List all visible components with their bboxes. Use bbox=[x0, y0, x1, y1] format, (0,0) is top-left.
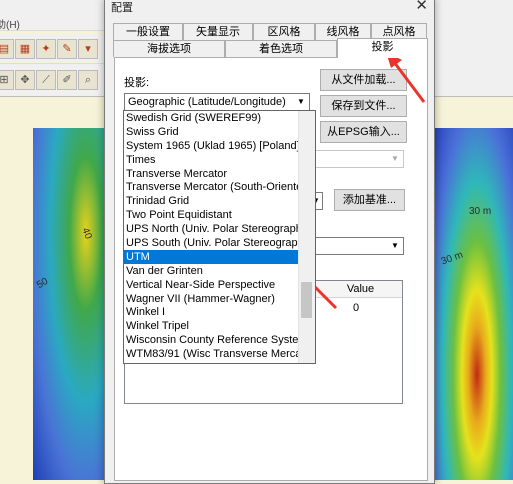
list-item[interactable]: Trinidad Grid bbox=[124, 194, 299, 208]
help-menu[interactable]: 助(H) bbox=[0, 16, 20, 31]
list-item[interactable]: Winkel Tripel bbox=[124, 319, 299, 333]
save-to-file-button[interactable]: 保存到文件... bbox=[320, 95, 407, 117]
window-icon[interactable]: ▦ bbox=[15, 39, 35, 59]
contour-label: 30 m bbox=[469, 206, 492, 217]
list-item[interactable]: Wisconsin County Reference System bbox=[124, 333, 299, 347]
contour-label: 50 bbox=[34, 275, 51, 292]
list-item[interactable]: Transverse Mercator bbox=[124, 167, 299, 181]
list-scrollbar[interactable] bbox=[298, 111, 315, 363]
list-item[interactable]: Vertical Near-Side Perspective bbox=[124, 278, 299, 292]
projection-label: 投影: bbox=[124, 77, 150, 89]
list-item[interactable]: Van der Grinten bbox=[124, 264, 299, 278]
tab-vector-display[interactable]: 矢量显示 bbox=[183, 23, 253, 40]
contour-label: 40 bbox=[79, 226, 94, 241]
table-header-value: Value bbox=[319, 281, 402, 298]
list-item[interactable]: Transverse Mercator (South-Oriented) bbox=[124, 180, 299, 194]
terrain-map-right: 30 m 30 m bbox=[433, 128, 513, 480]
tab-elevation-options[interactable]: 海拔选项 bbox=[113, 40, 225, 57]
dropdown-icon[interactable]: ▾ bbox=[78, 39, 98, 59]
scrollbar-thumb[interactable] bbox=[301, 282, 312, 318]
tab-general[interactable]: 一般设置 bbox=[113, 23, 183, 40]
projection-select-value: Geographic (Latitude/Longitude) bbox=[128, 96, 286, 108]
tab-area-style[interactable]: 区风格 bbox=[253, 23, 315, 40]
load-from-file-button[interactable]: 从文件加载... bbox=[320, 69, 407, 91]
units-select[interactable]: ▼ bbox=[310, 237, 404, 255]
list-item[interactable]: Wagner VII (Hammer-Wagner) bbox=[124, 292, 299, 306]
list-item[interactable]: Swiss Grid bbox=[124, 125, 299, 139]
list-item[interactable]: Times bbox=[124, 153, 299, 167]
dialog-title: 配置 bbox=[111, 2, 133, 14]
zoom-icon[interactable]: ⌕ bbox=[78, 70, 98, 90]
grid-icon[interactable]: ✦ bbox=[36, 39, 56, 59]
tab-shading-options[interactable]: 着色选项 bbox=[225, 40, 337, 57]
epsg-input-button[interactable]: 从EPSG输入... bbox=[320, 121, 407, 143]
list-item[interactable]: Two Point Equidistant bbox=[124, 208, 299, 222]
datum-select[interactable]: ▼ bbox=[310, 150, 404, 168]
projection-dropdown-list[interactable]: Swedish Grid (SWEREF99) Swiss Grid System … bbox=[123, 110, 316, 364]
edit-icon[interactable]: ✐ bbox=[57, 70, 77, 90]
tool-icon[interactable]: ✎ bbox=[57, 39, 77, 59]
toolbar-secondary: ⊞ ✥ ⟋ ✐ ⌕ bbox=[0, 63, 105, 97]
right-toolbar bbox=[433, 0, 513, 97]
projection-items: Swedish Grid (SWEREF99) Swiss Grid System … bbox=[124, 111, 299, 361]
tab-projection[interactable]: 投影 bbox=[337, 38, 428, 58]
close-icon[interactable]: ✕ bbox=[415, 0, 428, 14]
projection-select[interactable]: Geographic (Latitude/Longitude) ▼ bbox=[124, 93, 310, 111]
chevron-down-icon[interactable]: ▼ bbox=[388, 239, 402, 253]
list-item[interactable]: System 1965 (Uklad 1965) [Poland] bbox=[124, 139, 299, 153]
add-datum-button[interactable]: 添加基准... bbox=[334, 189, 405, 211]
open-folder-icon[interactable]: ▤ bbox=[0, 39, 14, 59]
config-dialog: 配置 ✕ 一般设置 矢量显示 区风格 线风格 点风格 海拔选项 着色选项 投影 … bbox=[104, 0, 435, 484]
list-item[interactable]: UPS North (Univ. Polar Stereographic) bbox=[124, 222, 299, 236]
list-item[interactable]: UTM bbox=[124, 249, 299, 264]
list-item[interactable]: Winkel I bbox=[124, 305, 299, 319]
chevron-down-icon[interactable]: ▼ bbox=[294, 95, 308, 109]
list-item[interactable]: WTM83/91 (Wisc Transverse Mercator) bbox=[124, 347, 299, 361]
toolbar: ▤ ▦ ✦ ✎ ▾ bbox=[0, 34, 105, 62]
table-cell-value[interactable]: 0 bbox=[353, 302, 359, 314]
line-icon[interactable]: ⟋ bbox=[36, 70, 56, 90]
pan-icon[interactable]: ✥ bbox=[15, 70, 35, 90]
list-item[interactable]: Swedish Grid (SWEREF99) bbox=[124, 111, 299, 125]
chevron-down-icon: ▼ bbox=[391, 154, 399, 163]
list-item[interactable]: UPS South (Univ. Polar Stereographic) bbox=[124, 236, 299, 250]
contour-label: 30 m bbox=[439, 249, 465, 268]
map-icon[interactable]: ⊞ bbox=[0, 70, 14, 90]
